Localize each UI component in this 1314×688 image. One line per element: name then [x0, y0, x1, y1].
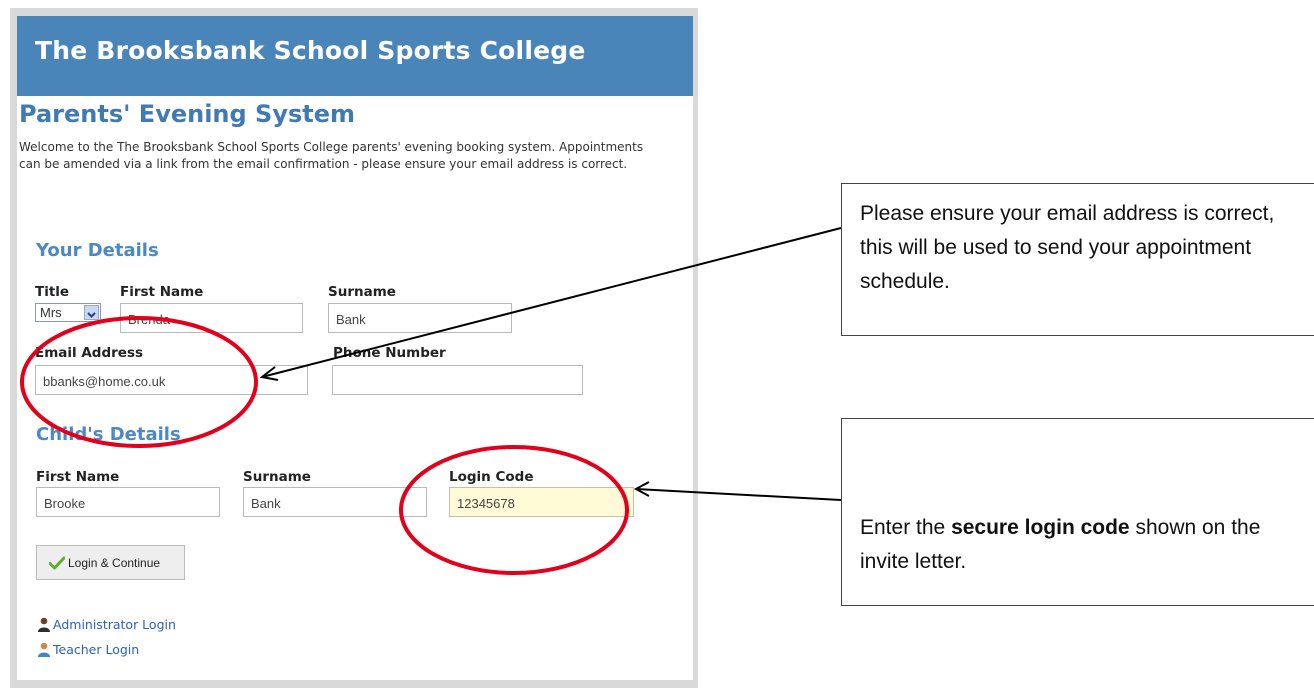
email-arrow-line	[261, 227, 842, 378]
login-code-highlight-circle	[399, 445, 629, 575]
annotation-overlay	[20, 227, 842, 575]
login-code-arrow-line	[635, 488, 842, 501]
email-highlight-circle	[20, 316, 258, 448]
